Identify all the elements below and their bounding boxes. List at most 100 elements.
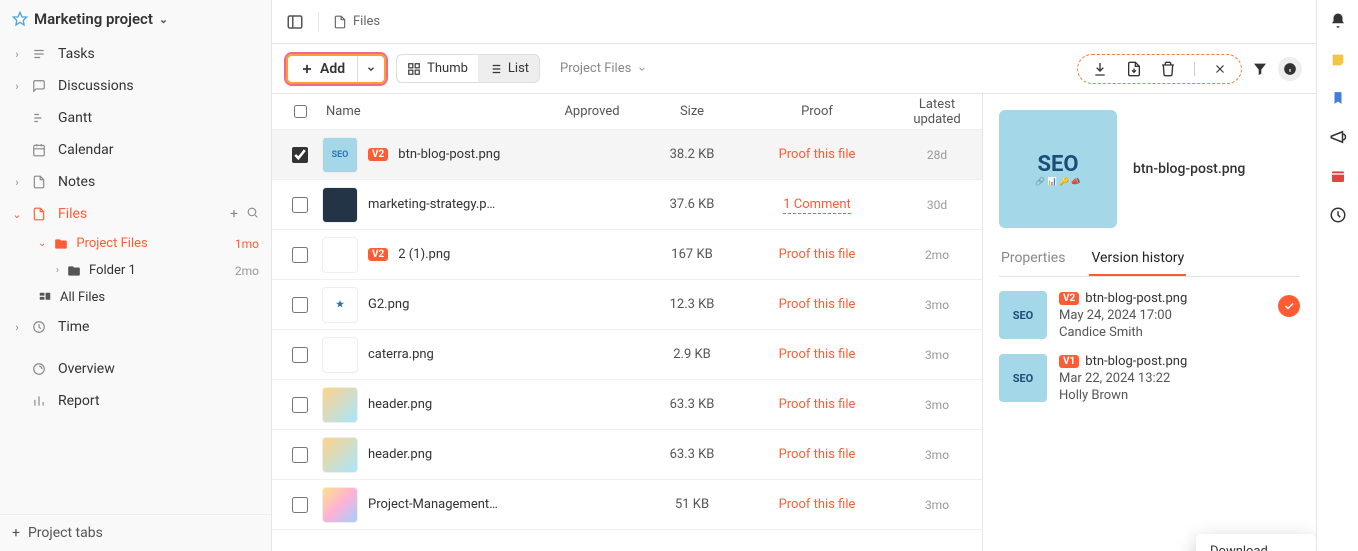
filter-icon[interactable] <box>1252 61 1268 77</box>
project-tabs-label: Project tabs <box>28 525 103 541</box>
sidebar-item-gantt[interactable]: Gantt <box>0 102 271 134</box>
project-selector[interactable]: Marketing project ⌄ <box>0 0 271 38</box>
sidebar-item-discussions[interactable]: › Discussions <box>0 70 271 102</box>
sidebar-item-label: Report <box>58 393 100 409</box>
view-list-button[interactable]: List <box>478 55 539 82</box>
sidebar-item-notes[interactable]: › Notes <box>0 166 271 198</box>
sidebar-toggle-icon[interactable] <box>286 13 304 31</box>
sidebar-item-overview[interactable]: Overview <box>0 353 271 385</box>
sidebar-item-report[interactable]: Report <box>0 385 271 417</box>
chevron-down-icon <box>366 64 376 74</box>
view-toggle: Thumb List <box>396 54 540 83</box>
preview-thumbnail[interactable]: SEO 🔗 📊 🔑 📣 <box>999 110 1117 228</box>
size-cell: 51 KB <box>642 497 742 512</box>
updated-cell: 28d <box>892 148 982 162</box>
column-proof[interactable]: Proof <box>742 104 892 119</box>
breadcrumb[interactable]: Files <box>333 14 380 29</box>
file-name: btn-blog-post.png <box>398 147 500 162</box>
row-checkbox[interactable] <box>292 297 308 313</box>
table-row[interactable]: header.png63.3 KBProof this file3mo <box>272 430 982 480</box>
row-checkbox[interactable] <box>292 447 308 463</box>
top-bar: Files <box>272 0 1316 44</box>
version-item[interactable]: SEOV1btn-blog-post.pngMar 22, 2024 13:22… <box>999 354 1300 403</box>
sidebar-item-files[interactable]: ⌄ Files + <box>0 198 271 230</box>
search-icon[interactable] <box>246 206 259 219</box>
updated-cell: 30d <box>892 198 982 212</box>
file-thumbnail <box>322 387 358 423</box>
chevron-down-icon: ⌄ <box>159 13 168 26</box>
column-name[interactable]: Name <box>322 104 542 119</box>
row-checkbox[interactable] <box>292 347 308 363</box>
sidebar-item-label: Discussions <box>58 78 134 94</box>
proof-link[interactable]: Proof this file <box>779 347 856 362</box>
tree-item-project-files[interactable]: ⌄ Project Files 1mo <box>0 230 271 257</box>
note-icon[interactable] <box>1330 52 1346 68</box>
row-checkbox[interactable] <box>292 247 308 263</box>
select-all-checkbox[interactable] <box>294 105 307 118</box>
folder-select[interactable]: Project Files <box>550 55 657 82</box>
chevron-right-icon: › <box>56 265 59 276</box>
tree-item-folder1[interactable]: › Folder 1 2mo <box>0 257 271 284</box>
overview-icon <box>32 362 48 376</box>
proof-link[interactable]: Proof this file <box>779 397 856 412</box>
grid-icon <box>407 62 421 76</box>
tree-item-all-files[interactable]: All Files <box>0 284 271 311</box>
sidebar-item-calendar[interactable]: Calendar <box>0 134 271 166</box>
add-button[interactable]: Add <box>288 56 357 82</box>
add-dropdown[interactable] <box>357 56 384 82</box>
table-row[interactable]: marketing-strategy.p…37.6 KB1 Comment30d <box>272 180 982 230</box>
proof-link[interactable]: Proof this file <box>779 497 856 512</box>
version-filename: btn-blog-post.png <box>1085 354 1187 369</box>
stack-icon <box>38 291 52 305</box>
proof-link[interactable]: Proof this file <box>779 447 856 462</box>
ctx-download[interactable]: Download <box>1196 534 1316 551</box>
chevron-right-icon: › <box>12 321 22 334</box>
table-row[interactable]: ★G2.png12.3 KBProof this file3mo <box>272 280 982 330</box>
tab-properties[interactable]: Properties <box>999 242 1067 276</box>
file-name: caterra.png <box>368 347 434 362</box>
column-size[interactable]: Size <box>642 104 742 119</box>
version-item[interactable]: SEOV2btn-blog-post.pngMay 24, 2024 17:00… <box>999 291 1300 340</box>
row-checkbox[interactable] <box>292 147 308 163</box>
table-row[interactable]: Project-Management…51 KBProof this file3… <box>272 480 982 530</box>
add-icon[interactable]: + <box>230 206 238 222</box>
view-thumb-button[interactable]: Thumb <box>397 55 478 82</box>
chevron-down-icon: ⌄ <box>12 208 22 221</box>
proof-link[interactable]: 1 Comment <box>783 197 851 214</box>
right-rail <box>1316 0 1358 551</box>
info-button[interactable] <box>1278 57 1302 81</box>
table-row[interactable]: header.png63.3 KBProof this file3mo <box>272 380 982 430</box>
row-checkbox[interactable] <box>292 397 308 413</box>
tab-version-history[interactable]: Version history <box>1089 242 1186 276</box>
proof-link[interactable]: Proof this file <box>779 147 856 162</box>
breadcrumb-label: Files <box>353 14 380 29</box>
updated-cell: 2mo <box>892 248 982 262</box>
move-icon[interactable] <box>1126 61 1142 77</box>
table-row[interactable]: V22 (1).png167 KBProof this file2mo <box>272 230 982 280</box>
bookmark-icon[interactable] <box>1331 90 1345 106</box>
row-checkbox[interactable] <box>292 497 308 513</box>
table-row[interactable]: caterra.png2.9 KBProof this file3mo <box>272 330 982 380</box>
column-updated[interactable]: Latest updated <box>892 97 982 127</box>
table-row[interactable]: SEOV2btn-blog-post.png38.2 KBProof this … <box>272 130 982 180</box>
add-label: Add <box>320 61 345 77</box>
notifications-icon[interactable] <box>1329 12 1347 30</box>
proof-link[interactable]: Proof this file <box>779 247 856 262</box>
sidebar-item-time[interactable]: › Time <box>0 311 271 343</box>
tree-item-label: All Files <box>60 290 105 305</box>
sidebar-item-tasks[interactable]: › Tasks <box>0 38 271 70</box>
project-tabs-button[interactable]: + Project tabs <box>0 514 271 551</box>
schedule-icon[interactable] <box>1330 168 1346 184</box>
proof-link[interactable]: Proof this file <box>779 297 856 312</box>
close-icon[interactable] <box>1213 62 1227 76</box>
plus-icon: + <box>12 525 20 541</box>
trash-icon[interactable] <box>1160 61 1176 77</box>
clock-icon[interactable] <box>1329 206 1347 224</box>
calendar-icon <box>32 143 48 157</box>
column-approved[interactable]: Approved <box>542 104 642 119</box>
add-button-group: Add <box>286 54 386 84</box>
megaphone-icon[interactable] <box>1329 128 1347 146</box>
download-icon[interactable] <box>1092 61 1108 77</box>
row-checkbox[interactable] <box>292 197 308 213</box>
chevron-right-icon: › <box>12 176 22 189</box>
